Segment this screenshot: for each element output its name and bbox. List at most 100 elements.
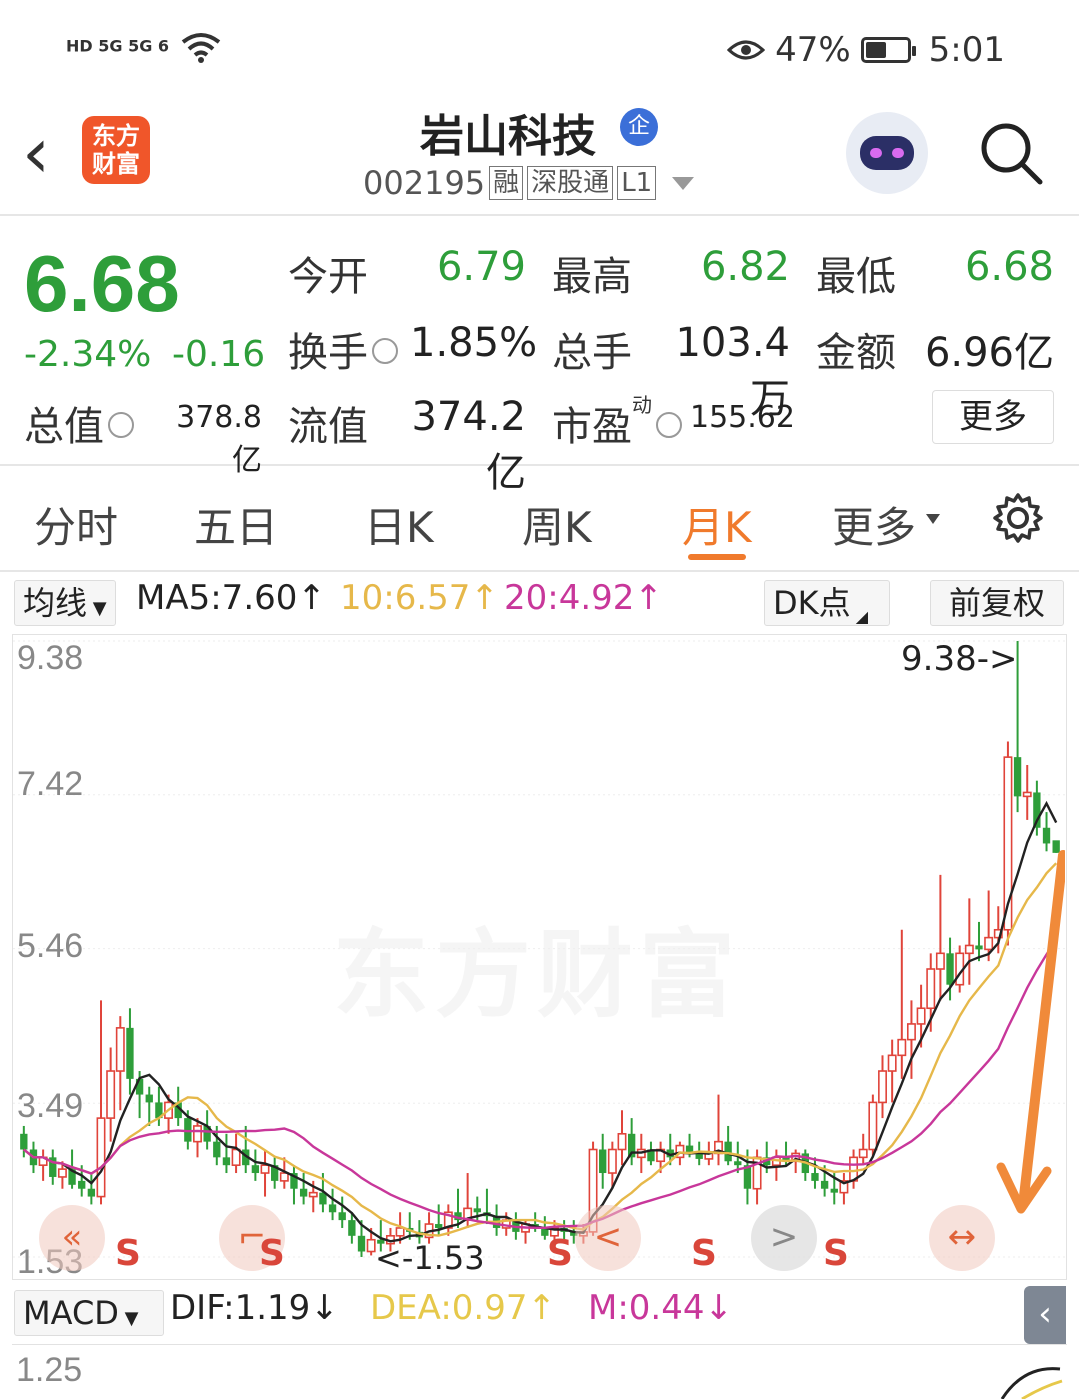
candle-body (126, 1027, 134, 1079)
amount-label: 金额 (816, 330, 896, 376)
tab-more[interactable]: 更多 (832, 494, 916, 555)
candle-body (308, 1191, 318, 1198)
sell-signal: S (823, 1233, 849, 1274)
candle (1052, 840, 1060, 853)
caret-down-icon: ▼ (118, 1308, 139, 1329)
robot-face-icon (860, 136, 914, 170)
amount-value: 6.96亿 (924, 330, 1054, 376)
gear-icon[interactable] (992, 492, 1044, 544)
candle (87, 1173, 96, 1205)
candle-body (830, 1188, 838, 1193)
caret-down-icon: ▼ (87, 598, 107, 619)
candle (599, 1133, 607, 1189)
candle-body (1042, 827, 1051, 844)
mktcap-label[interactable]: 总值 (24, 394, 134, 452)
macd-chart[interactable]: 1.25 (12, 1344, 1067, 1399)
search-icon[interactable] (978, 120, 1044, 186)
ma10-value: 10:6.57↑ (340, 578, 499, 618)
prev-page-icon[interactable]: < (575, 1205, 641, 1271)
candle-body (299, 1188, 308, 1197)
candle (1022, 764, 1032, 820)
candle (260, 1149, 270, 1197)
candle-body (115, 1027, 125, 1072)
active-tab-indicator (688, 554, 746, 560)
candle (222, 1133, 231, 1174)
ma-select-button[interactable]: 均线 ▼ (14, 580, 116, 626)
high-value: 6.82 (700, 244, 790, 290)
battery-icon (860, 37, 916, 63)
chevron-down-icon[interactable] (672, 176, 695, 190)
kline-svg (13, 640, 1065, 1258)
info-icon[interactable] (108, 412, 134, 438)
y-tick-label: 7.42 (17, 765, 84, 803)
candle-body (975, 945, 983, 950)
candle (964, 898, 974, 985)
tag-margin: 融 (489, 166, 524, 200)
tag-connect: 深股通 (527, 166, 614, 200)
info-icon[interactable] (372, 338, 398, 364)
kline-chart[interactable]: 东方财富 9.38 7.42 5.46 3.49 1.53 9.38-> <-1… (12, 634, 1067, 1281)
candle-body (887, 1054, 897, 1072)
tab-daily-k[interactable]: 日K (364, 494, 434, 555)
dk-point-button[interactable]: DK点 ◢ (764, 580, 890, 626)
status-right: 47% 5:01 (727, 30, 1005, 70)
candle-body (1013, 757, 1022, 797)
candle (897, 929, 907, 1079)
macd-select-button[interactable]: MACD ▼ (14, 1290, 164, 1336)
candle (483, 1188, 491, 1225)
adjust-button[interactable]: 前复权 (930, 580, 1064, 626)
candle (771, 1149, 781, 1181)
macd-bar: MACD ▼ DIF:1.19↓ DEA:0.97↑ M:0.44↓ (12, 1284, 1067, 1344)
candle (714, 1094, 723, 1166)
enterprise-badge-icon[interactable]: 企 (620, 108, 658, 146)
candle-body (935, 952, 945, 970)
next-page-icon[interactable]: > (751, 1205, 817, 1271)
candle-body (57, 1168, 67, 1178)
candle-body (868, 1101, 878, 1151)
clock: 5:01 (928, 30, 1005, 70)
fullscreen-icon[interactable]: ↔ (929, 1205, 995, 1271)
candle (839, 1173, 849, 1205)
rewind-left-icon[interactable]: « (39, 1205, 105, 1271)
app-logo[interactable]: 东方 财富 (82, 116, 150, 184)
back-icon[interactable]: ‹ (22, 118, 50, 188)
pe-superscript: 动 (632, 392, 652, 417)
macd-dea: DEA:0.97↑ (370, 1288, 556, 1328)
turnover-label[interactable]: 换手 (288, 320, 398, 378)
caret-down-icon (926, 514, 940, 524)
pe-label[interactable]: 市盈动 (552, 392, 682, 452)
tab-intraday[interactable]: 分时 (34, 494, 118, 555)
candle-body (926, 968, 936, 1010)
sell-signal: S (259, 1233, 285, 1274)
tab-monthly-k[interactable]: 月K (682, 494, 752, 555)
candle-body (260, 1164, 270, 1174)
signal-icon: HD 5G 5G 6 (66, 30, 223, 64)
tab-weekly-k[interactable]: 周K (522, 494, 592, 555)
candle-body (1052, 840, 1060, 853)
candle-body (617, 1132, 627, 1151)
candle (724, 1125, 732, 1166)
collapse-panel-icon[interactable]: ‹ (1024, 1286, 1066, 1344)
candle-body (435, 1224, 443, 1228)
candle-body (222, 1157, 231, 1166)
candle-body (946, 953, 954, 985)
high-label: 最高 (552, 254, 632, 300)
stock-code: 002195 (363, 164, 486, 202)
candle (328, 1188, 337, 1221)
tab-five-day[interactable]: 五日 (194, 494, 278, 555)
ma20-value: 20:4.92↑ (504, 578, 663, 618)
macd-svg (1000, 1367, 1063, 1399)
more-fields-button[interactable]: 更多 (932, 390, 1054, 444)
candle-body (366, 1238, 376, 1253)
candle-body (231, 1148, 241, 1166)
info-icon[interactable] (656, 412, 682, 438)
min-price-label: <-1.53 (375, 1239, 485, 1277)
ai-assistant-avatar[interactable] (846, 112, 928, 194)
stock-code-line[interactable]: 002195 融 深股通 L1 (363, 164, 695, 202)
candle-body (878, 1070, 887, 1104)
candle-body (251, 1165, 260, 1174)
candle-body (607, 1148, 617, 1174)
candle (617, 1110, 627, 1166)
candle (849, 1149, 859, 1189)
candle-body (87, 1188, 96, 1197)
